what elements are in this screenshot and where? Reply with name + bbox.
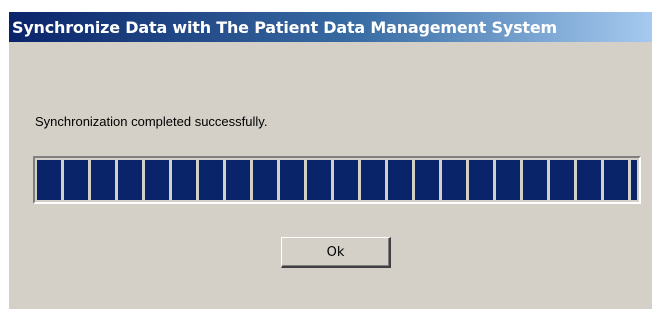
progress-block xyxy=(496,160,520,200)
progress-block xyxy=(37,160,61,200)
progress-block xyxy=(172,160,196,200)
progress-block xyxy=(469,160,493,200)
progress-block xyxy=(64,160,88,200)
progress-block xyxy=(604,160,628,200)
sync-dialog: Synchronize Data with The Patient Data M… xyxy=(8,11,652,309)
progress-block xyxy=(307,160,331,200)
progress-block xyxy=(118,160,142,200)
status-message: Synchronization completed successfully. xyxy=(35,114,268,129)
progress-fill xyxy=(37,160,637,200)
progress-block xyxy=(388,160,412,200)
ok-button[interactable]: Ok xyxy=(281,237,391,268)
progress-block xyxy=(280,160,304,200)
progress-block xyxy=(523,160,547,200)
progress-block xyxy=(415,160,439,200)
progress-block xyxy=(631,160,637,200)
progress-block xyxy=(226,160,250,200)
progress-block xyxy=(334,160,358,200)
progress-block xyxy=(550,160,574,200)
progress-block xyxy=(91,160,115,200)
progress-block xyxy=(199,160,223,200)
progress-block xyxy=(145,160,169,200)
progress-bar xyxy=(33,156,641,204)
progress-block xyxy=(442,160,466,200)
progress-block xyxy=(253,160,277,200)
progress-track xyxy=(37,160,637,200)
title-bar[interactable]: Synchronize Data with The Patient Data M… xyxy=(9,12,652,42)
progress-block xyxy=(361,160,385,200)
window-title: Synchronize Data with The Patient Data M… xyxy=(12,17,557,37)
progress-block xyxy=(577,160,601,200)
